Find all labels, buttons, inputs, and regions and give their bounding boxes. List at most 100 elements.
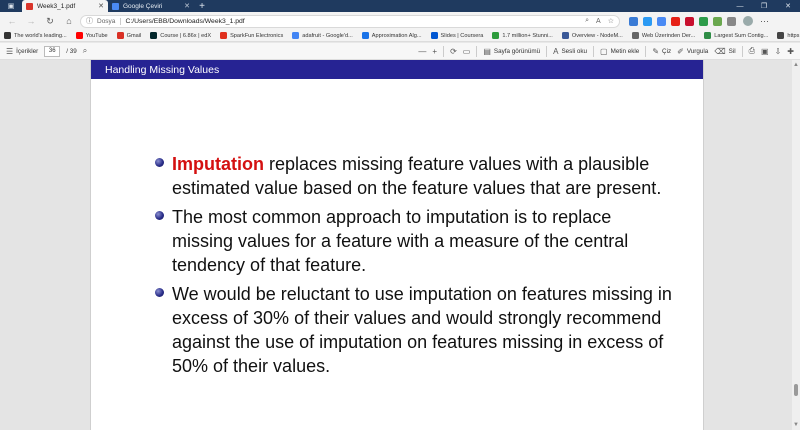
bullet-icon bbox=[155, 288, 164, 297]
address-scheme: Dosya bbox=[97, 17, 122, 25]
extension-icon[interactable] bbox=[671, 16, 680, 26]
extensions bbox=[629, 16, 736, 26]
contents-button[interactable]: ☰ İçerikler bbox=[6, 47, 38, 56]
divider bbox=[476, 45, 478, 57]
tab-google-translate[interactable]: Google Çeviri ✕ bbox=[108, 0, 194, 12]
bookmark-label: 1.7 million+ Stunni... bbox=[502, 32, 553, 39]
tab-strip: ▣ Week3_1.pdf ✕ Google Çeviri ✕ + — ❐ ✕ bbox=[0, 0, 800, 12]
address-bar-row: ← → ↻ ⌂ ⓘ Dosya C:/Users/EBB/Downloads/W… bbox=[0, 12, 800, 30]
page-view-button[interactable]: ▤ Sayfa görünümü bbox=[483, 47, 540, 56]
extension-icon[interactable] bbox=[629, 16, 638, 26]
bookmark-label: Gmail bbox=[126, 32, 142, 39]
scroll-down-icon[interactable]: ▼ bbox=[793, 422, 799, 428]
print-icon[interactable]: ⎙ bbox=[749, 46, 755, 56]
restore-icon[interactable]: ❐ bbox=[752, 0, 776, 12]
bookmark-item[interactable]: SparkFun Electronics bbox=[220, 32, 283, 39]
bullet-keyword: Imputation bbox=[172, 154, 264, 174]
favorite-icon[interactable]: ☆ bbox=[608, 17, 614, 25]
bullet-body: We would be reluctant to use imputation … bbox=[172, 284, 672, 376]
address-url[interactable]: C:/Users/EBB/Downloads/Week3_1.pdf bbox=[125, 18, 578, 25]
zoom-out-button[interactable]: — bbox=[418, 47, 426, 56]
slide-title: Handling Missing Values bbox=[105, 63, 220, 76]
bookmark-favicon-icon bbox=[492, 32, 500, 39]
new-tab-button[interactable]: + bbox=[194, 0, 210, 12]
info-icon[interactable]: ⓘ bbox=[86, 16, 93, 26]
read-aloud-button[interactable]: A Sesli oku bbox=[553, 47, 587, 56]
search-icon[interactable]: ⌕ bbox=[585, 17, 589, 25]
bookmark-item[interactable]: Web Üzerinden Der... bbox=[631, 32, 696, 39]
profile-avatar[interactable] bbox=[743, 16, 753, 26]
bookmark-label: Slides | Coursera bbox=[440, 32, 484, 39]
add-text-button[interactable]: ▢ Metin ekle bbox=[600, 47, 639, 56]
bookmark-favicon-icon bbox=[220, 32, 228, 39]
divider bbox=[546, 45, 548, 57]
read-aloud-icon[interactable]: A bbox=[596, 18, 601, 25]
close-window-icon[interactable]: ✕ bbox=[776, 0, 800, 12]
window-controls: — ❐ ✕ bbox=[728, 0, 800, 12]
minimize-icon[interactable]: — bbox=[728, 0, 752, 12]
read-aloud-label: Sesli oku bbox=[561, 47, 588, 55]
bookmark-item[interactable]: The world's leading... bbox=[4, 32, 67, 39]
bullet-text: Imputation replaces missing feature valu… bbox=[172, 152, 675, 200]
bookmark-item[interactable]: adafruit - Google'd... bbox=[292, 32, 353, 39]
bookmark-label: SparkFun Electronics bbox=[230, 32, 284, 39]
add-text-label: Metin ekle bbox=[610, 47, 640, 55]
highlighter-icon: ✐ bbox=[677, 46, 684, 56]
page-number-input[interactable]: 36 bbox=[44, 45, 61, 57]
collections-icon[interactable] bbox=[727, 16, 736, 26]
pin-icon[interactable]: ✚ bbox=[787, 47, 794, 56]
tab-week3-pdf[interactable]: Week3_1.pdf ✕ bbox=[22, 0, 108, 12]
more-menu-icon[interactable]: ⋯ bbox=[760, 16, 769, 27]
rotate-icon[interactable]: ⟳ bbox=[450, 47, 457, 56]
bookmark-item[interactable]: Gmail bbox=[116, 32, 142, 39]
bookmark-favicon-icon bbox=[116, 32, 124, 39]
forward-icon[interactable]: → bbox=[23, 14, 39, 28]
close-tab-icon[interactable]: ✕ bbox=[98, 2, 104, 10]
bookmark-favicon-icon bbox=[777, 32, 785, 39]
bullet-text: We would be reluctant to use imputation … bbox=[172, 282, 675, 378]
bookmark-favicon-icon bbox=[75, 32, 83, 39]
extension-icon[interactable] bbox=[713, 16, 722, 26]
extension-icon[interactable] bbox=[643, 16, 652, 26]
back-icon[interactable]: ← bbox=[4, 14, 20, 28]
extension-icon[interactable] bbox=[657, 16, 666, 26]
address-bar[interactable]: ⓘ Dosya C:/Users/EBB/Downloads/Week3_1.p… bbox=[80, 14, 620, 28]
bookmark-item[interactable]: YouTube bbox=[75, 32, 108, 39]
pdf-viewer[interactable]: Handling Missing Values Imputation repla… bbox=[0, 60, 800, 430]
scrollbar-thumb[interactable] bbox=[794, 384, 798, 396]
bookmark-label: YouTube bbox=[85, 32, 108, 39]
bookmark-label: Web Üzerinden Der... bbox=[641, 32, 696, 39]
bookmark-label: https://wiki.osdev.o... bbox=[787, 32, 800, 39]
eraser-icon: ⌫ bbox=[714, 46, 726, 56]
window-menu-icon[interactable]: ▣ bbox=[0, 0, 22, 12]
scroll-up-icon[interactable]: ▲ bbox=[793, 62, 799, 68]
bullet-icon bbox=[155, 211, 164, 220]
bookmark-item[interactable]: 1.7 million+ Stunni... bbox=[492, 32, 553, 39]
bullet-item: We would be reluctant to use imputation … bbox=[155, 282, 675, 378]
save-icon[interactable]: ▣ bbox=[761, 47, 769, 56]
translate-icon bbox=[112, 2, 119, 10]
home-icon[interactable]: ⌂ bbox=[61, 14, 77, 28]
extension-icon[interactable] bbox=[685, 16, 694, 26]
bookmark-item[interactable]: Course | 6.86x | edX bbox=[150, 32, 211, 39]
save-as-icon[interactable]: ⇩ bbox=[775, 47, 782, 56]
reload-icon[interactable]: ↻ bbox=[42, 14, 58, 28]
bookmark-item[interactable]: Largest Sum Contig... bbox=[704, 32, 768, 39]
search-icon[interactable]: ⌕ bbox=[83, 46, 87, 56]
highlight-button[interactable]: ✐ Vurgula bbox=[677, 47, 708, 56]
vertical-scrollbar[interactable]: ▲ ▼ bbox=[792, 60, 800, 430]
extension-icon[interactable] bbox=[699, 16, 708, 26]
bookmark-item[interactable]: Overview - NodeM... bbox=[561, 32, 623, 39]
zoom-in-button[interactable]: + bbox=[432, 47, 437, 56]
draw-button[interactable]: ✎ Çiz bbox=[652, 47, 671, 56]
bookmark-item[interactable]: Slides | Coursera bbox=[430, 32, 484, 39]
bookmark-item[interactable]: Approximation Alg... bbox=[361, 32, 422, 39]
fit-page-icon[interactable]: ▭ bbox=[463, 47, 471, 56]
bookmark-item[interactable]: https://wiki.osdev.o... bbox=[777, 32, 800, 39]
bookmark-favicon-icon bbox=[292, 32, 300, 39]
bookmark-favicon-icon bbox=[361, 32, 369, 39]
erase-button[interactable]: ⌫ Sil bbox=[714, 47, 735, 56]
bookmark-favicon-icon bbox=[704, 32, 712, 39]
highlight-label: Vurgula bbox=[686, 47, 709, 55]
close-tab-icon[interactable]: ✕ bbox=[184, 2, 190, 10]
